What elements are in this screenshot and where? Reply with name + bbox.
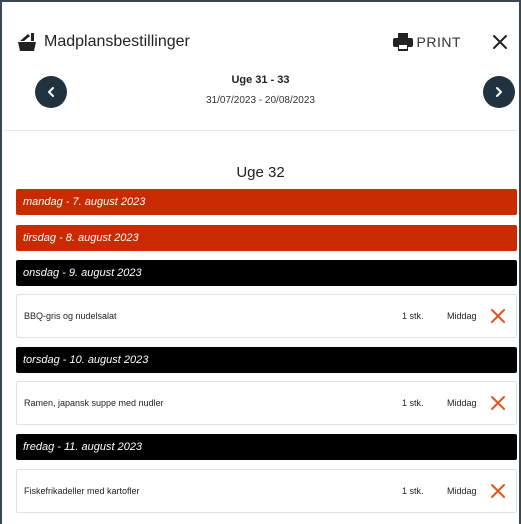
remove-order-icon[interactable] [490, 308, 506, 324]
week-title: Uge 32 [236, 164, 285, 181]
order-row: BBQ-gris og nudelsalat 1 stk. Middag [16, 294, 517, 338]
order-dish-name: Ramen, japansk suppe med nudler [24, 398, 164, 408]
dialog-frame: Madplansbestillinger PRINT Uge 31 - 33 3… [0, 0, 521, 524]
close-icon[interactable] [491, 33, 509, 51]
order-dish-name: BBQ-gris og nudelsalat [24, 311, 117, 321]
next-week-button[interactable] [483, 76, 515, 108]
day-header-monday: mandag - 7. august 2023 [16, 189, 517, 215]
header-divider [4, 130, 517, 131]
order-quantity: 1 stk. [402, 486, 424, 496]
order-row: Ramen, japansk suppe med nudler 1 stk. M… [16, 381, 517, 425]
order-meal-type: Middag [447, 486, 477, 496]
day-label: torsdag - 10. august 2023 [23, 354, 149, 366]
day-label: tirsdag - 8. august 2023 [23, 232, 139, 244]
day-label: onsdag - 9. august 2023 [23, 267, 142, 279]
order-dish-name: Fiskefrikadeller med kartofler [24, 486, 140, 496]
order-meal-type: Middag [447, 311, 477, 321]
week-range-title: Uge 31 - 33 [231, 74, 290, 86]
order-quantity: 1 stk. [402, 398, 424, 408]
basket-icon [18, 33, 36, 51]
remove-order-icon[interactable] [490, 483, 506, 499]
day-header-tuesday: tirsdag - 8. august 2023 [16, 225, 517, 251]
print-label: PRINT [416, 34, 461, 50]
printer-icon [392, 33, 413, 51]
remove-order-icon[interactable] [490, 395, 506, 411]
day-label: mandag - 7. august 2023 [23, 196, 146, 208]
week-navigation: Uge 31 - 33 31/07/2023 - 20/08/2023 [2, 70, 519, 116]
day-header-friday: fredag - 11. august 2023 [16, 434, 517, 460]
day-header-wednesday: onsdag - 9. august 2023 [16, 260, 517, 286]
order-meal-type: Middag [447, 398, 477, 408]
order-row: Fiskefrikadeller med kartofler 1 stk. Mi… [16, 469, 517, 513]
day-header-thursday: torsdag - 10. august 2023 [16, 347, 517, 373]
print-button[interactable]: PRINT [392, 33, 462, 51]
week-range-dates: 31/07/2023 - 20/08/2023 [206, 95, 315, 106]
day-label: fredag - 11. august 2023 [23, 441, 143, 453]
dialog-header: Madplansbestillinger PRINT [16, 26, 509, 58]
order-quantity: 1 stk. [402, 311, 424, 321]
chevron-right-icon [496, 87, 502, 97]
dialog-title: Madplansbestillinger [44, 33, 190, 50]
